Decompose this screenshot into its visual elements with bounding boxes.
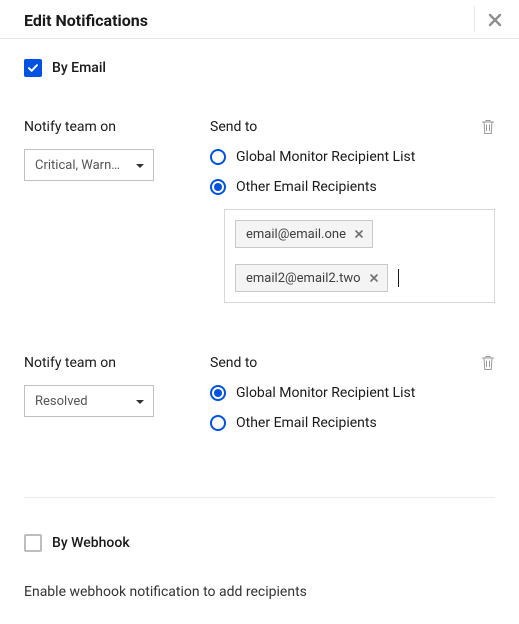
notification-rule: Notify team on Resolved Send to Global M… xyxy=(24,355,495,445)
remove-chip-icon[interactable] xyxy=(352,227,366,241)
text-cursor xyxy=(398,269,399,287)
by-email-row: By Email xyxy=(24,59,495,77)
webhook-helper-text: Enable webhook notification to add recip… xyxy=(24,584,495,600)
rule-right-col: Send to Global Monitor Recipient List Ot… xyxy=(210,119,495,303)
section-divider xyxy=(24,497,495,498)
chevron-down-icon xyxy=(135,394,145,409)
send-to-label: Send to xyxy=(210,355,495,371)
radio-global-recipients[interactable]: Global Monitor Recipient List xyxy=(210,149,495,165)
modal-title: Edit Notifications xyxy=(24,11,148,30)
notify-team-label: Notify team on xyxy=(24,355,174,371)
header-separator xyxy=(474,6,475,32)
radio-label: Global Monitor Recipient List xyxy=(236,149,415,165)
notification-rule: Notify team on Critical, Warn… Send to G… xyxy=(24,119,495,303)
radio-other-recipients[interactable]: Other Email Recipients xyxy=(210,415,495,431)
modal-header: Edit Notifications xyxy=(0,0,519,39)
by-email-label: By Email xyxy=(52,60,106,76)
trash-icon[interactable] xyxy=(481,355,495,371)
radio-global-recipients[interactable]: Global Monitor Recipient List xyxy=(210,385,495,401)
radio-icon xyxy=(210,385,226,401)
trash-icon[interactable] xyxy=(481,119,495,135)
edit-notifications-modal: Edit Notifications By Email Notify team … xyxy=(0,0,519,624)
email-chip: email2@email2.two xyxy=(235,264,388,292)
chip-text: email@email.one xyxy=(246,227,346,242)
severity-select[interactable]: Critical, Warn… xyxy=(24,149,154,181)
close-icon[interactable] xyxy=(485,10,505,30)
email-chip: email@email.one xyxy=(235,220,373,248)
rule-right-col: Send to Global Monitor Recipient List Ot… xyxy=(210,355,495,445)
by-webhook-label: By Webhook xyxy=(52,535,130,551)
chevron-down-icon xyxy=(135,158,145,173)
by-webhook-checkbox[interactable] xyxy=(24,534,42,552)
send-to-label: Send to xyxy=(210,119,495,135)
radio-icon xyxy=(210,149,226,165)
chip-text: email2@email2.two xyxy=(246,271,361,286)
modal-body: By Email Notify team on Critical, Warn… … xyxy=(0,39,519,600)
select-value: Resolved xyxy=(35,394,88,409)
rule-left-col: Notify team on Resolved xyxy=(24,355,174,445)
radio-label: Other Email Recipients xyxy=(236,179,377,195)
radio-label: Other Email Recipients xyxy=(236,415,377,431)
email-recipients-input[interactable]: email@email.one email2@email2.two xyxy=(224,209,495,303)
rule-left-col: Notify team on Critical, Warn… xyxy=(24,119,174,303)
notify-team-label: Notify team on xyxy=(24,119,174,135)
radio-icon xyxy=(210,415,226,431)
by-email-checkbox[interactable] xyxy=(24,59,42,77)
radio-label: Global Monitor Recipient List xyxy=(236,385,415,401)
select-value: Critical, Warn… xyxy=(35,158,120,173)
by-webhook-row: By Webhook xyxy=(24,534,495,552)
severity-select[interactable]: Resolved xyxy=(24,385,154,417)
radio-icon xyxy=(210,179,226,195)
radio-other-recipients[interactable]: Other Email Recipients xyxy=(210,179,495,195)
remove-chip-icon[interactable] xyxy=(367,271,381,285)
